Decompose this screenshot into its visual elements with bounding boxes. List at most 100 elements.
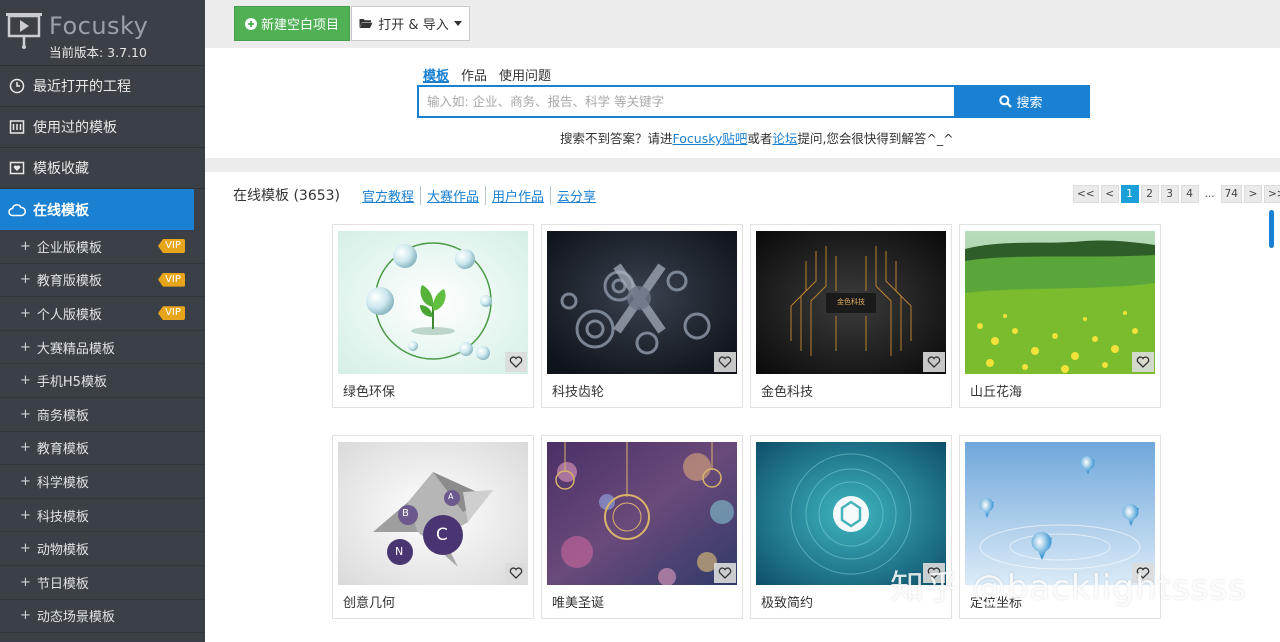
pager-page-74[interactable]: 74 xyxy=(1220,185,1242,203)
sub-item-label: 商务模板 xyxy=(36,408,89,424)
link-contest-works[interactable]: 大赛作品 xyxy=(420,186,485,205)
sub-item-mobile-h5[interactable]: + 手机H5模板 xyxy=(0,364,205,398)
sub-menu: + 企业版模板 VIP + 教育版模板 VIP + 个人版模板 VIP + 大赛精品模板 + 手… xyxy=(0,230,205,634)
template-thumbnail xyxy=(547,231,737,374)
sub-item-label: 教育模板 xyxy=(36,442,89,458)
sub-item-contest[interactable]: + 大赛精品模板 xyxy=(0,331,205,365)
gallery-title: 在线模板 (3653) xyxy=(233,188,341,204)
favorite-heart-icon[interactable] xyxy=(505,352,527,372)
sub-item-label: 科技模板 xyxy=(36,509,89,525)
pager-first[interactable]: << xyxy=(1073,185,1099,203)
sub-item-label: 节日模板 xyxy=(36,576,89,592)
link-cloud-share[interactable]: 云分享 xyxy=(550,186,602,205)
plus-icon: + xyxy=(20,272,31,288)
template-name: 极致简约 xyxy=(761,596,814,611)
sub-item-dynamic-scenes[interactable]: + 动态场景模板 xyxy=(0,600,205,634)
search-button[interactable]: 搜索 xyxy=(954,87,1088,116)
pager-page-3[interactable]: 3 xyxy=(1160,185,1179,203)
template-name: 科技齿轮 xyxy=(552,385,605,400)
focusky-logo-icon xyxy=(6,13,42,49)
sub-item-label: 大赛精品模板 xyxy=(36,341,115,357)
nav-online-templates[interactable]: 在线模板 xyxy=(0,189,194,230)
pager-last[interactable]: >> xyxy=(1263,185,1280,203)
sub-item-label: 企业版模板 xyxy=(36,240,102,256)
template-thumbnail xyxy=(338,231,528,374)
template-card[interactable]: 金色科技 金色科技 xyxy=(750,224,952,408)
tab-works[interactable]: 作品 xyxy=(461,65,487,84)
vip-badge: VIP xyxy=(158,272,185,287)
pager-next[interactable]: > xyxy=(1243,185,1262,203)
favorite-heart-icon[interactable] xyxy=(505,563,527,583)
template-card[interactable]: 科技齿轮 xyxy=(541,224,743,408)
favorite-heart-icon[interactable] xyxy=(714,352,736,372)
forum-tieba-link[interactable]: Focusky贴吧 xyxy=(673,131,748,146)
new-project-label: 新建空白项目 xyxy=(260,18,339,33)
plus-circle-icon xyxy=(244,17,257,30)
active-tab-underline xyxy=(423,81,449,83)
link-user-works[interactable]: 用户作品 xyxy=(485,186,550,205)
app-name: Focusky xyxy=(49,12,149,40)
plus-icon: + xyxy=(20,608,31,624)
nav-label: 在线模板 xyxy=(33,202,89,219)
template-name: 唯美圣诞 xyxy=(552,596,605,611)
cloud-icon xyxy=(8,201,26,219)
atom-label-c: C xyxy=(436,525,448,545)
sub-item-technology[interactable]: + 科技模板 xyxy=(0,499,205,533)
scrollbar-thumb[interactable] xyxy=(1269,210,1274,248)
template-icon xyxy=(8,118,26,136)
sidebar: Focusky 当前版本: 3.7.10 最近打开的工程 使用过的模板 模板收藏 xyxy=(0,0,205,642)
sub-item-personal[interactable]: + 个人版模板 VIP xyxy=(0,297,205,331)
sub-item-science[interactable]: + 科学模板 xyxy=(0,465,205,499)
toolbar: 新建空白项目 打开 & 导入 xyxy=(205,0,1280,48)
search-icon xyxy=(999,95,1013,108)
thumbnail-caption: 金色科技 xyxy=(837,298,865,306)
sub-item-enterprise[interactable]: + 企业版模板 VIP xyxy=(0,230,205,264)
nav-favorites[interactable]: 模板收藏 xyxy=(0,148,205,189)
open-import-button[interactable]: 打开 & 导入 xyxy=(351,6,470,41)
sub-item-education[interactable]: + 教育模板 xyxy=(0,432,205,466)
app-window: Focusky 当前版本: 3.7.10 最近打开的工程 使用过的模板 模板收藏 xyxy=(0,0,1280,642)
search-input[interactable] xyxy=(419,87,954,116)
favorite-heart-icon[interactable] xyxy=(714,563,736,583)
sub-item-education-edition[interactable]: + 教育版模板 VIP xyxy=(0,264,205,298)
help-mid: 或者 xyxy=(747,131,773,146)
template-card[interactable]: B A C N 创意几何 xyxy=(332,435,534,619)
template-name: 绿色环保 xyxy=(343,385,396,400)
forum-link[interactable]: 论坛 xyxy=(772,131,797,146)
template-thumbnail: 金色科技 xyxy=(756,231,946,374)
new-project-button[interactable]: 新建空白项目 xyxy=(234,6,350,41)
favorite-heart-icon[interactable] xyxy=(923,352,945,372)
pager-page-4[interactable]: 4 xyxy=(1180,185,1199,203)
template-name: 金色科技 xyxy=(761,385,814,400)
pager-page-2[interactable]: 2 xyxy=(1140,185,1159,203)
template-thumbnail: B A C N xyxy=(338,442,528,585)
nav-used-templates[interactable]: 使用过的模板 xyxy=(0,107,205,148)
pager-page-1[interactable]: 1 xyxy=(1120,185,1139,203)
search-button-label: 搜索 xyxy=(1016,96,1043,111)
favorite-heart-icon[interactable] xyxy=(1132,352,1154,372)
sub-item-label: 科学模板 xyxy=(36,475,89,491)
nav-recent-projects[interactable]: 最近打开的工程 xyxy=(0,66,205,107)
sub-item-label: 动态场景模板 xyxy=(36,610,115,626)
sub-item-holidays[interactable]: + 节日模板 xyxy=(0,566,205,600)
sub-item-label: 个人版模板 xyxy=(36,307,102,323)
link-official-tutorials[interactable]: 官方教程 xyxy=(362,186,420,205)
caret-down-icon xyxy=(453,21,462,26)
help-prefix: 搜索不到答案？请进 xyxy=(560,131,673,146)
template-card[interactable]: 绿色环保 xyxy=(332,224,534,408)
plus-icon: + xyxy=(20,238,31,254)
template-thumbnail xyxy=(547,442,737,585)
help-suffix: 提问,您会很快得到解答^_^ xyxy=(797,131,954,146)
sub-item-label: 动物模板 xyxy=(36,543,89,559)
plus-icon: + xyxy=(20,507,31,523)
pager-prev[interactable]: < xyxy=(1100,185,1119,203)
template-name: 创意几何 xyxy=(343,596,396,611)
template-card[interactable]: 山丘花海 xyxy=(959,224,1161,408)
template-name: 山丘花海 xyxy=(970,385,1023,400)
sub-item-business[interactable]: + 商务模板 xyxy=(0,398,205,432)
plus-icon: + xyxy=(20,305,31,321)
tab-faq[interactable]: 使用问题 xyxy=(499,65,551,84)
sub-item-animals[interactable]: + 动物模板 xyxy=(0,532,205,566)
vip-badge: VIP xyxy=(158,306,185,321)
template-card[interactable]: 唯美圣诞 xyxy=(541,435,743,619)
